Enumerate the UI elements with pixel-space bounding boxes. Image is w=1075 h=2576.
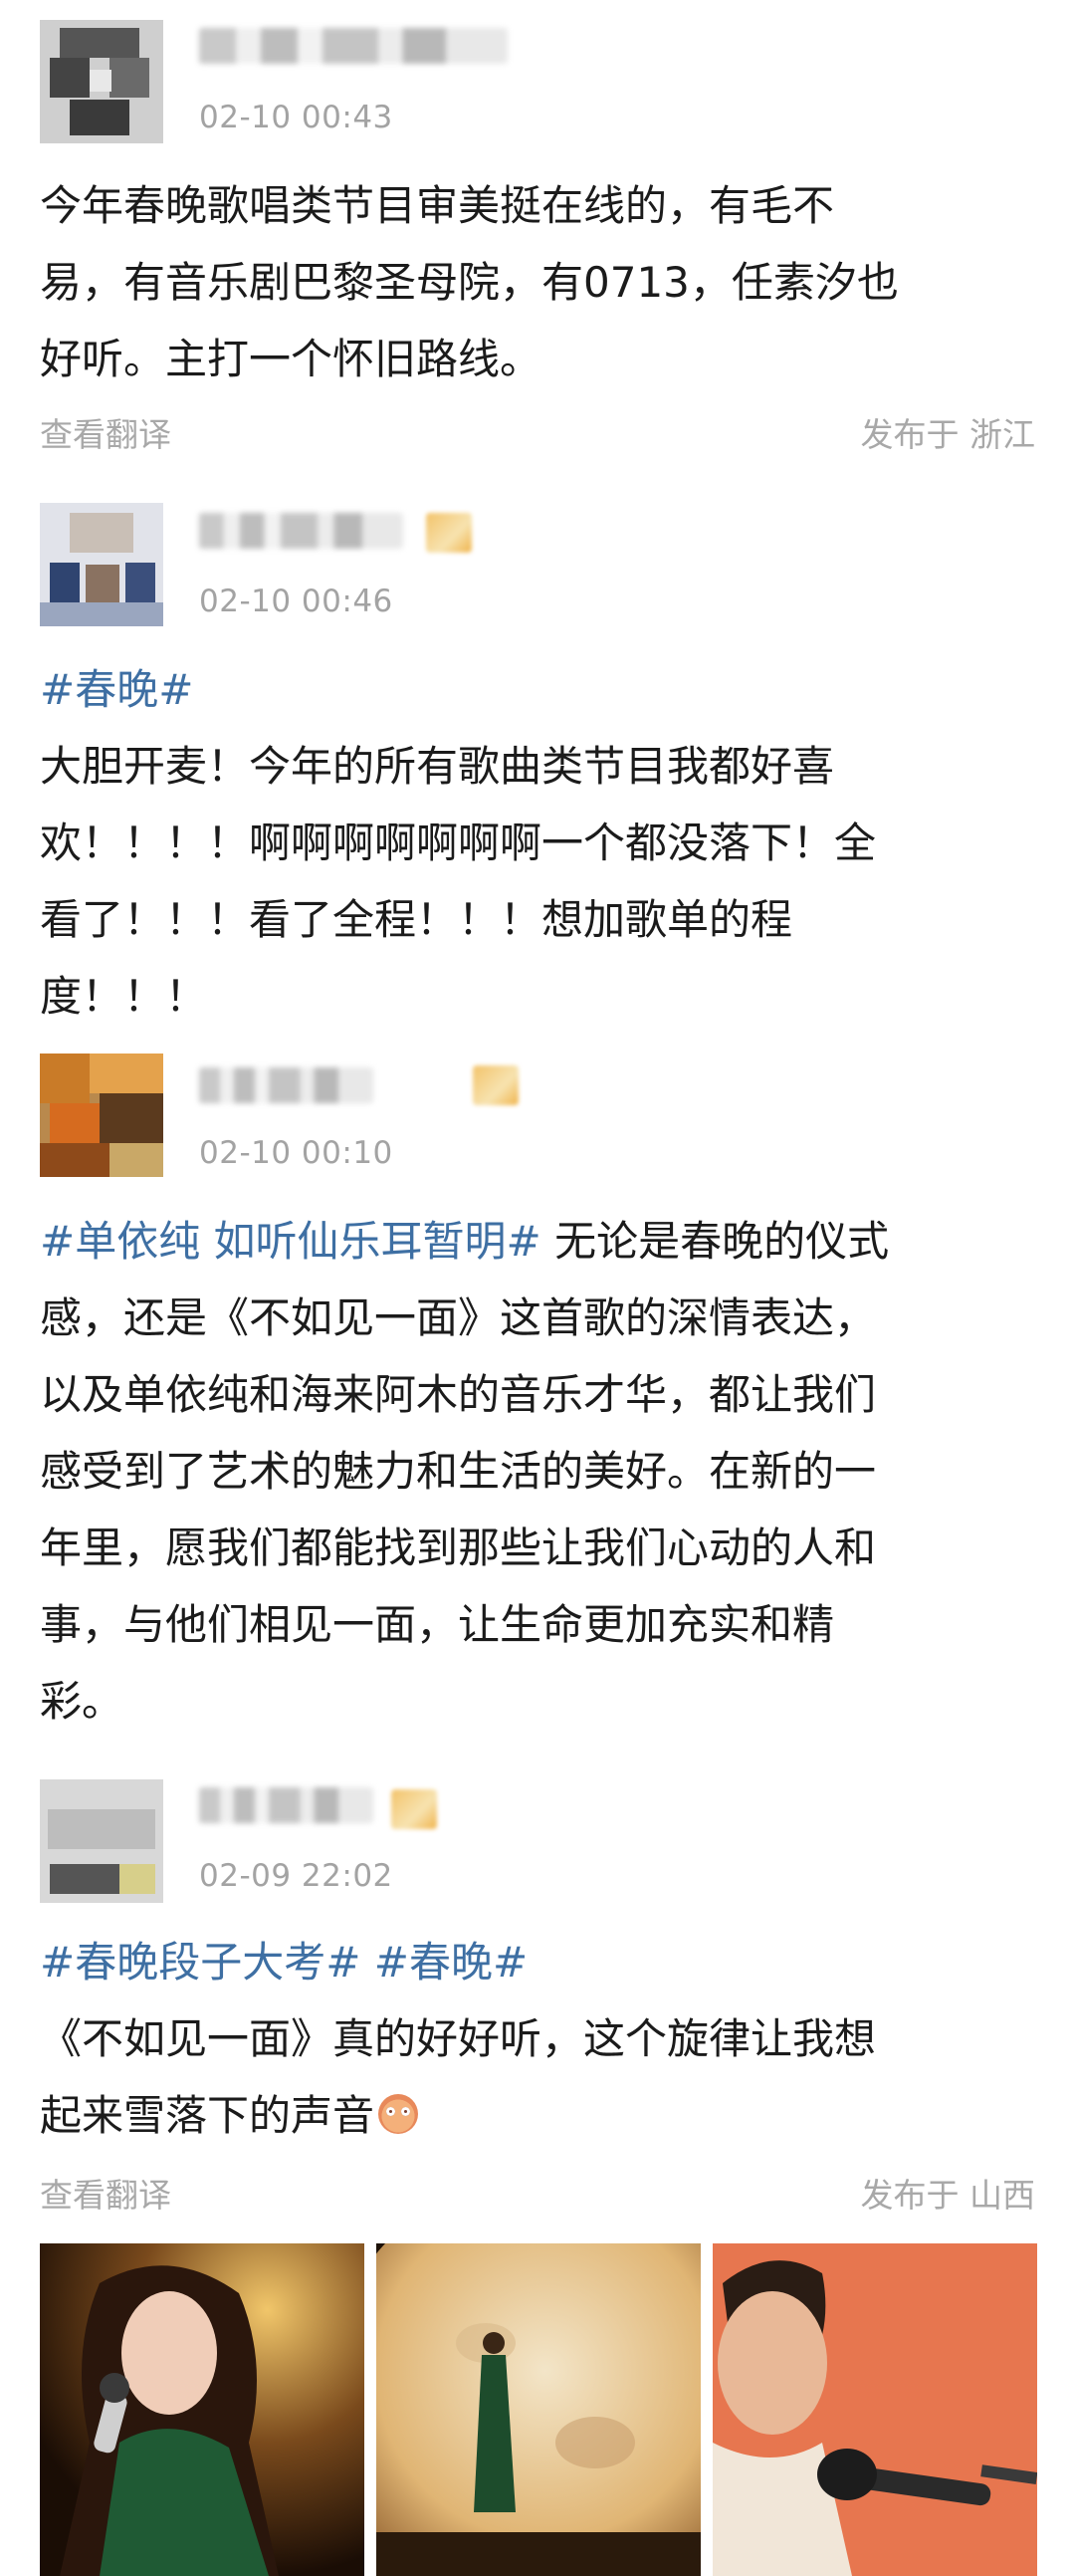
post-text: 无论是春晚的仪式	[540, 1217, 890, 1266]
content-line: 度！！！	[40, 958, 1035, 1035]
view-translation-link[interactable]: 查看翻译	[40, 2169, 171, 2217]
content-line: 感受到了艺术的魅力和生活的美好。在新的一	[40, 1433, 1035, 1510]
post-text: 起来雪落下的声音	[40, 2091, 375, 2140]
content-line: 看了！！！看了全程！！！想加歌单的程	[40, 881, 1035, 958]
post-text: 看了！！！看了全程！！！想加歌单的程	[40, 895, 793, 944]
content-line: 年里，愿我们都能找到那些让我们心动的人和	[40, 1510, 1035, 1586]
avatar[interactable]	[40, 1054, 163, 1177]
post-text: 《不如见一面》真的好好听，这个旋律让我想	[40, 2014, 877, 2063]
post-text: 好听。主打一个怀旧路线。	[40, 335, 542, 383]
post-text: 易，有音乐剧巴黎圣母院，有0713，任素汐也	[40, 258, 899, 307]
vip-badge-icon	[391, 1789, 437, 1829]
hashtag-link[interactable]: #春晚#	[40, 665, 193, 714]
content-line: #单依纯 如听仙乐耳暂明# 无论是春晚的仪式	[40, 1203, 1035, 1280]
post-text: 度！！！	[40, 972, 208, 1021]
content-line: 事，与他们相见一面，让生命更加充实和精	[40, 1586, 1035, 1663]
shy-face-emoji-icon	[378, 2094, 419, 2134]
view-translation-link[interactable]: 查看翻译	[40, 408, 171, 456]
content-line: 感，还是《不如见一面》这首歌的深情表达，	[40, 1280, 1035, 1356]
content-line: 易，有音乐剧巴黎圣母院，有0713，任素汐也	[40, 244, 1035, 321]
content-line: 好听。主打一个怀旧路线。	[40, 321, 1035, 397]
post-text: 年里，愿我们都能找到那些让我们心动的人和	[40, 1523, 877, 1572]
content-line: 《不如见一面》真的好好听，这个旋律让我想	[40, 2000, 1035, 2077]
post-time: 02-10 00:10	[199, 1135, 393, 1171]
hashtag-link[interactable]: #单依纯 如听仙乐耳暂明#	[40, 1217, 541, 1266]
content-line: #春晚段子大考# #春晚#	[40, 1924, 1035, 2000]
hashtag-link[interactable]: #春晚段子大考#	[40, 1938, 360, 1987]
avatar[interactable]	[40, 20, 163, 143]
content-line: 欢！！！！啊啊啊啊啊啊啊一个都没落下！全	[40, 805, 1035, 881]
content-line: 以及单依纯和海来阿木的音乐才华，都让我们	[40, 1356, 1035, 1433]
content-line: 彩。	[40, 1663, 1035, 1740]
post-text	[360, 1938, 373, 1987]
post-text: 今年春晚歌唱类节目审美挺在线的，有毛不	[40, 181, 835, 230]
post-text: 感受到了艺术的魅力和生活的美好。在新的一	[40, 1447, 877, 1496]
post-content: #春晚# 大胆开麦！今年的所有歌曲类节目我都好喜 欢！！！！啊啊啊啊啊啊啊一个都没落…	[40, 651, 1035, 1035]
post-time: 02-09 22:02	[199, 1858, 393, 1894]
post-content: #单依纯 如听仙乐耳暂明# 无论是春晚的仪式感，还是《不如见一面》这首歌的深情表…	[40, 1203, 1035, 1740]
content-line: 大胆开麦！今年的所有歌曲类节目我都好喜	[40, 728, 1035, 805]
hashtag-link[interactable]: #春晚#	[374, 1938, 528, 1987]
post-content: #春晚段子大考# #春晚# 《不如见一面》真的好好听，这个旋律让我想 起来雪落下的声…	[40, 1924, 1035, 2154]
post-time: 02-10 00:43	[199, 100, 393, 135]
username-blurred[interactable]	[199, 1067, 373, 1103]
username-blurred[interactable]	[199, 513, 403, 549]
avatar[interactable]	[40, 503, 163, 626]
username-blurred[interactable]	[199, 28, 508, 64]
content-line: 今年春晚歌唱类节目审美挺在线的，有毛不	[40, 167, 1035, 244]
content-line: 起来雪落下的声音	[40, 2077, 1035, 2154]
stage-moon-photo[interactable]	[376, 2243, 701, 2576]
post-text: 以及单依纯和海来阿木的音乐才华，都让我们	[40, 1370, 877, 1419]
post-content: 今年春晚歌唱类节目审美挺在线的，有毛不易，有音乐剧巴黎圣母院，有0713，任素汐…	[40, 167, 1035, 397]
post-time: 02-10 00:46	[199, 584, 393, 619]
username-blurred[interactable]	[199, 1787, 373, 1823]
singer-closeup-photo[interactable]	[40, 2243, 364, 2576]
post-text: 彩。	[40, 1677, 124, 1726]
vip-badge-icon	[473, 1065, 519, 1105]
post-location: 发布于 浙江	[860, 415, 1036, 454]
content-line: #春晚#	[40, 651, 1035, 728]
post-location: 发布于 山西	[860, 2176, 1036, 2215]
post-text: 感，还是《不如见一面》这首歌的深情表达，	[40, 1293, 877, 1342]
male-singer-photo[interactable]	[713, 2243, 1037, 2576]
vip-badge-icon	[426, 513, 472, 553]
avatar[interactable]	[40, 1779, 163, 1903]
post-text: 欢！！！！啊啊啊啊啊啊啊一个都没落下！全	[40, 819, 877, 867]
post-text: 事，与他们相见一面，让生命更加充实和精	[40, 1600, 835, 1649]
post-text: 大胆开麦！今年的所有歌曲类节目我都好喜	[40, 742, 835, 791]
